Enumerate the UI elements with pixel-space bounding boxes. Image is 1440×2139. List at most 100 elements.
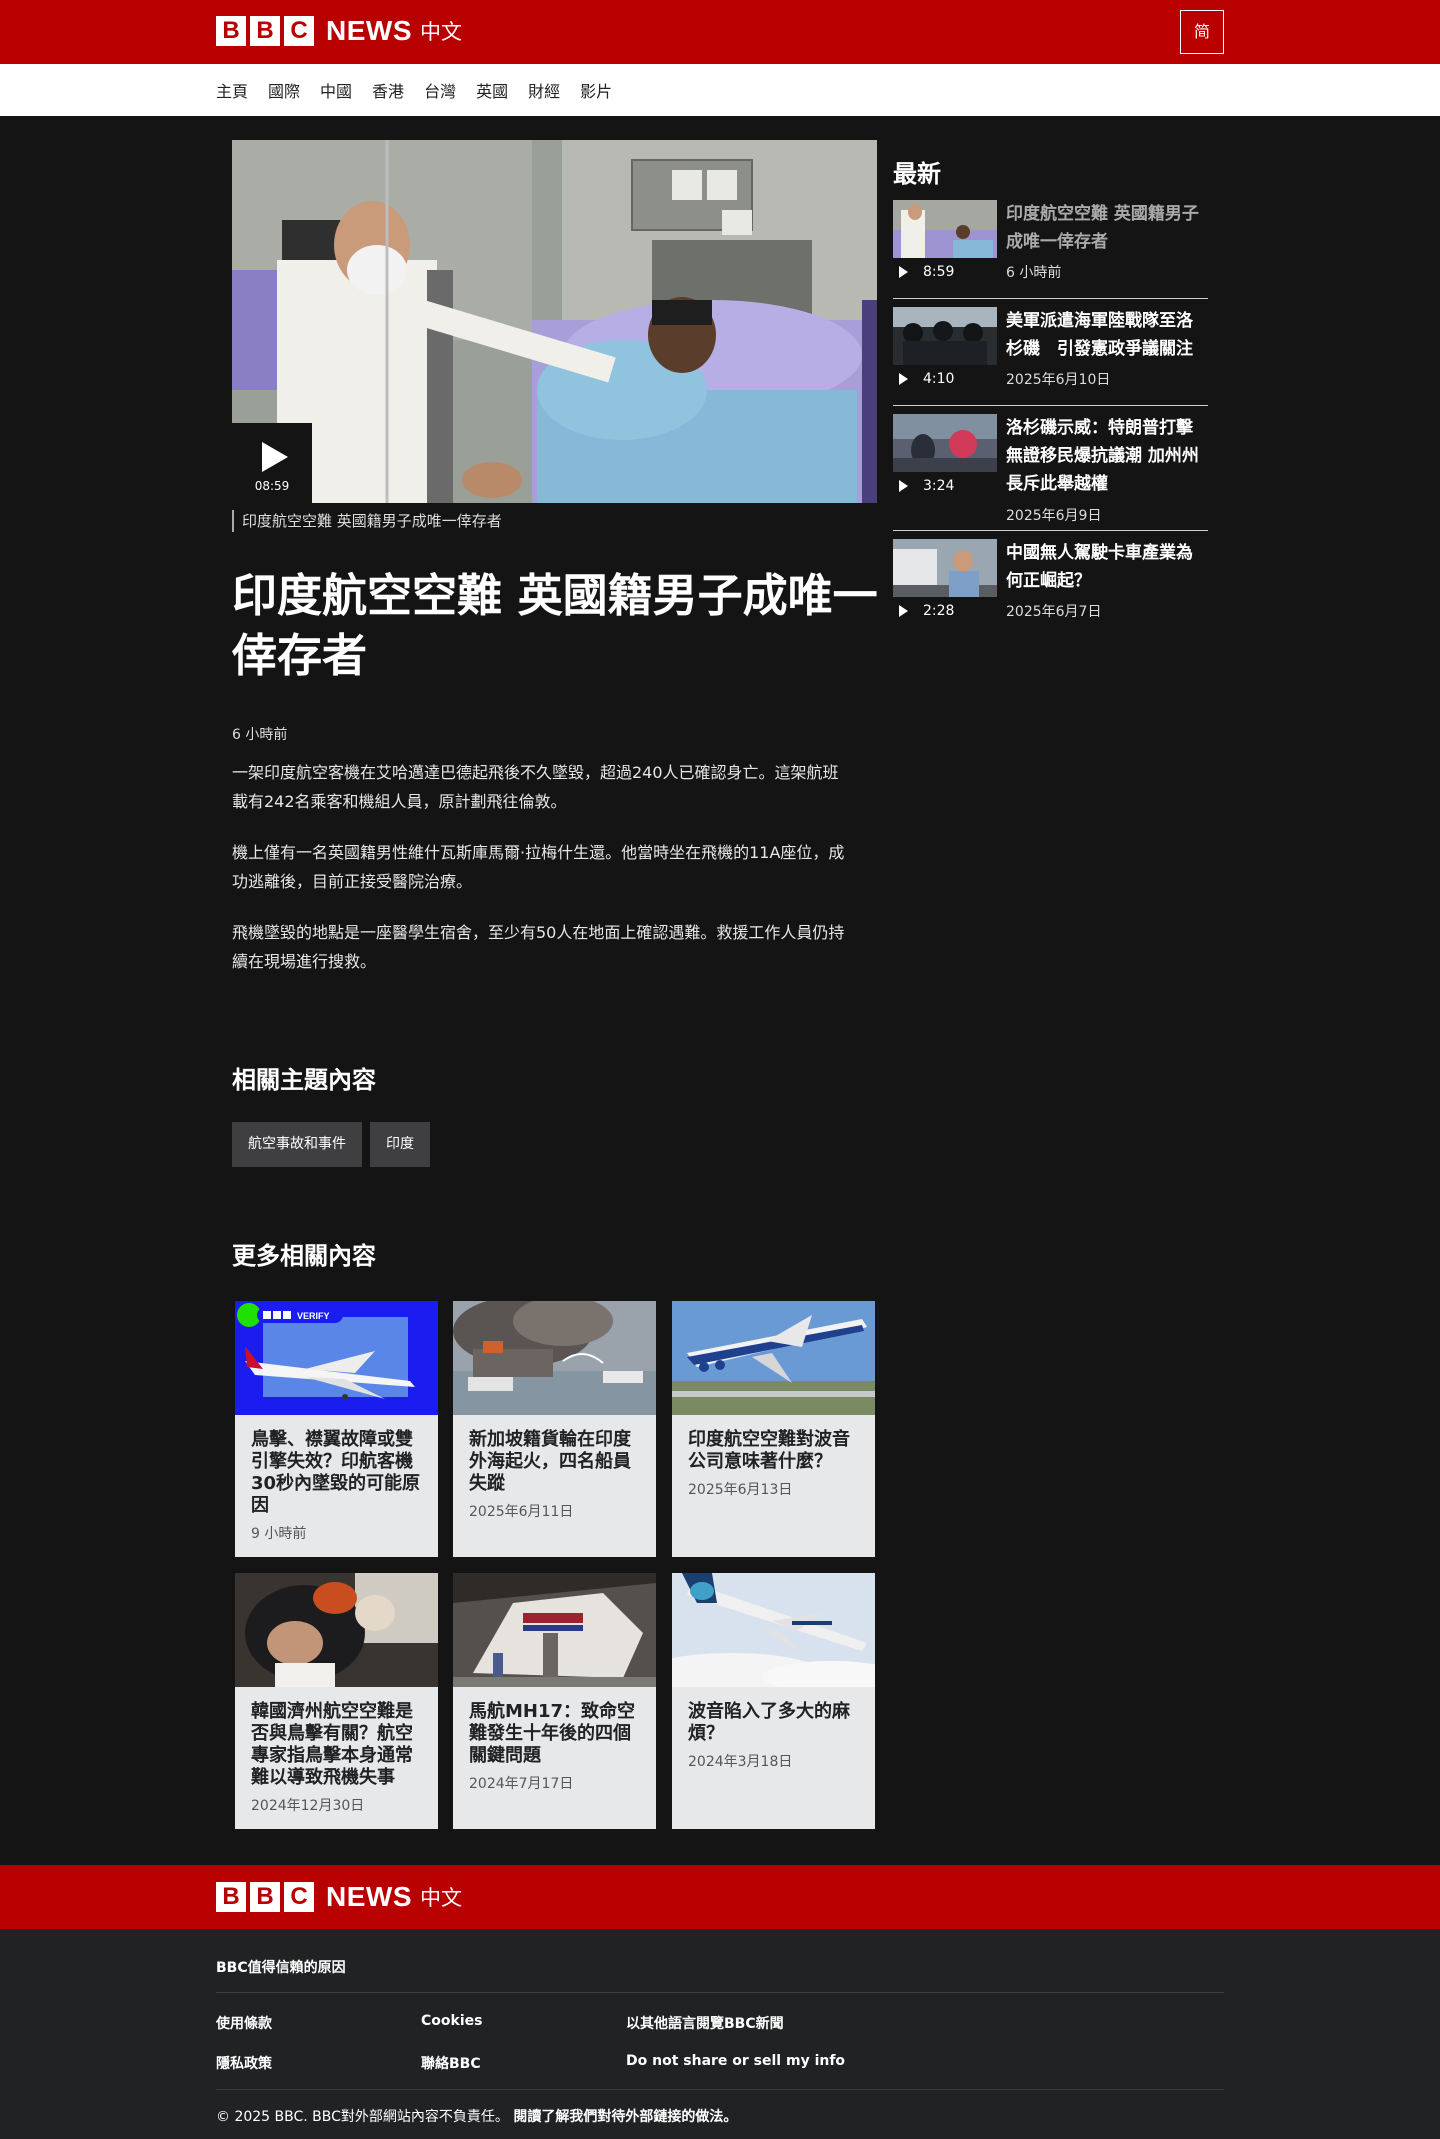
logo-letter-b2: B [250,16,280,46]
logo-letter-b1: B [216,16,246,46]
logo-chinese: 中文 [420,20,462,44]
article-headline: 印度航空空難 英國籍男子成唯一倖存者 [232,569,878,682]
related-card-1[interactable]: VERIFY 鳥擊、襟翼故障或雙引擎失效？印航客機30秒內墜毀的可能原因 9 小… [235,1301,438,1557]
footer-bbc-news-logo[interactable]: B B C NEWS 中文 [216,1881,462,1913]
footer-copyright: © 2025 BBC. BBC對外部網站內容不負責任。 閱讀了解我們對待外部鏈接… [216,2106,737,2126]
topic-tag-aviation[interactable]: 航空事故和事件 [232,1122,362,1167]
related-card-date: 2025年6月13日 [688,1482,793,1498]
verify-badge: VERIFY [297,1311,330,1321]
footer-why-trust-link[interactable]: BBC值得信賴的原因 [216,1957,346,1977]
latest-item-thumbnail [893,200,997,258]
related-card-image [453,1301,656,1415]
related-card-image [453,1573,656,1687]
footer-divider [216,1992,1224,1993]
related-card-6[interactable]: 波音陷入了多大的麻煩？ 2024年3月18日 [672,1573,875,1829]
external-links-policy-link[interactable]: 閱讀了解我們對待外部鏈接的做法。 [513,2109,737,2125]
logo-letter-b2: B [250,1882,280,1912]
related-card-title: 新加坡籍貨輪在印度外海起火，四名船員失蹤 [469,1429,631,1494]
logo-letter-c: C [284,16,314,46]
hospital-scene-image [232,140,877,503]
footer-other-languages-link[interactable]: 以其他語言閱覽BBC新聞 [626,2013,784,2033]
related-card-date: 2024年3月18日 [688,1754,793,1770]
main-nav: 主頁 國際 中國 香港 台灣 英國 財經 影片 [0,64,1440,116]
nav-item-video[interactable]: 影片 [580,78,612,102]
related-card-title: 鳥擊、襟翼故障或雙引擎失效？印航客機30秒內墜毀的可能原因 [251,1429,421,1516]
logo-news: NEWS [326,15,412,46]
related-card-image: VERIFY [235,1301,438,1415]
play-icon [899,480,908,492]
bbc-news-logo[interactable]: B B C NEWS 中文 [216,15,462,47]
related-card-5[interactable]: 馬航MH17：致命空難發生十年後的四個關鍵問題 2024年7月17日 [453,1573,656,1829]
latest-item-title: 美軍派遣海軍陸戰隊至洛杉磯 引發憲政爭議關注 [1006,311,1193,359]
script-toggle-button[interactable]: 简 [1180,10,1224,54]
nav-item-world[interactable]: 國際 [268,78,300,102]
more-related-title: 更多相關內容 [232,1242,376,1270]
copyright-text: © 2025 BBC. BBC對外部網站內容不負責任。 [216,2109,509,2125]
related-card-title: 印度航空空難對波音公司意味著什麼？ [688,1429,850,1472]
nav-item-china[interactable]: 中國 [320,78,352,102]
nav-item-business[interactable]: 財經 [528,78,560,102]
footer-privacy-link[interactable]: 隱私政策 [216,2053,272,2073]
latest-item-date: 2025年6月9日 [1006,508,1102,524]
latest-item-duration: 3:24 [923,478,955,494]
footer-terms-link[interactable]: 使用條款 [216,2013,272,2033]
footer-cookies-link[interactable]: Cookies [421,2013,482,2029]
divider [893,405,1208,406]
hero-video-thumbnail[interactable] [232,140,877,503]
logo-news: NEWS [326,1881,412,1912]
related-card-date: 2024年12月30日 [251,1798,365,1814]
nav-item-uk[interactable]: 英國 [476,78,508,102]
related-card-image [235,1573,438,1687]
latest-item-2[interactable]: 4:10 美軍派遣海軍陸戰隊至洛杉磯 引發憲政爭議關注 2025年6月10日 [893,307,1208,397]
play-icon [262,442,288,472]
divider [893,530,1208,531]
latest-title: 最新 [893,160,941,188]
topic-tag-india[interactable]: 印度 [370,1122,430,1167]
footer-contact-link[interactable]: 聯絡BBC [421,2053,481,2073]
top-bar: B B C NEWS 中文 简 [0,0,1440,64]
footer-do-not-sell-link[interactable]: Do not share or sell my info [626,2053,845,2069]
logo-chinese: 中文 [420,1886,462,1910]
related-card-date: 2024年7月17日 [469,1776,574,1792]
nav-item-hongkong[interactable]: 香港 [372,78,404,102]
latest-item-title: 洛杉磯示威：特朗普打擊無證移民爆抗議潮 加州州長斥此舉越權 [1006,418,1199,494]
video-caption: 印度航空空難 英國籍男子成唯一倖存者 [232,510,502,532]
video-play-button[interactable]: 08:59 [232,423,312,503]
related-card-4[interactable]: 韓國濟州航空空難是否與鳥擊有關？航空專家指鳥擊本身通常難以導致飛機失事 2024… [235,1573,438,1829]
latest-item-date: 6 小時前 [1006,265,1062,281]
latest-item-duration: 4:10 [923,371,955,387]
divider [893,298,1208,299]
latest-item-3[interactable]: 3:24 洛杉磯示威：特朗普打擊無證移民爆抗議潮 加州州長斥此舉越權 2025年… [893,414,1208,524]
nav-item-taiwan[interactable]: 台灣 [424,78,456,102]
latest-item-duration: 2:28 [923,603,955,619]
video-duration: 08:59 [254,479,290,493]
latest-item-date: 2025年6月7日 [1006,604,1102,620]
latest-item-1[interactable]: 8:59 印度航空空難 英國籍男子成唯一倖存者 6 小時前 [893,200,1208,290]
related-topics-title: 相關主題內容 [232,1066,376,1094]
nav-item-home[interactable]: 主頁 [216,78,248,102]
latest-item-duration: 8:59 [923,264,955,280]
latest-item-4[interactable]: 2:28 中國無人駕駛卡車產業為何正崛起？ 2025年6月7日 [893,539,1208,629]
latest-item-title: 印度航空空難 英國籍男子成唯一倖存者 [1006,204,1199,252]
related-card-image [672,1301,875,1415]
related-card-title: 波音陷入了多大的麻煩？ [688,1701,850,1744]
logo-letter-c: C [284,1882,314,1912]
play-icon [899,605,908,617]
related-card-date: 2025年6月11日 [469,1504,574,1520]
latest-item-title: 中國無人駕駛卡車產業為何正崛起？ [1006,543,1193,591]
related-card-date: 9 小時前 [251,1526,307,1542]
related-card-title: 馬航MH17：致命空難發生十年後的四個關鍵問題 [469,1701,636,1766]
article-paragraph-3: 飛機墜毀的地點是一座醫學生宿舍，至少有50人在地面上確認遇難。救援工作人員仍持續… [232,923,845,971]
related-card-3[interactable]: 印度航空空難對波音公司意味著什麼？ 2025年6月13日 [672,1301,875,1557]
latest-item-date: 2025年6月10日 [1006,372,1111,388]
article-paragraph-2: 機上僅有一名英國籍男性維什瓦斯庫馬爾·拉梅什生還。他當時坐在飛機的11A座位，成… [232,843,845,891]
footer-bar: B B C NEWS 中文 [0,1865,1440,1929]
play-icon [899,373,908,385]
footer-divider [216,2089,1224,2090]
related-card-2[interactable]: 新加坡籍貨輪在印度外海起火，四名船員失蹤 2025年6月11日 [453,1301,656,1557]
related-card-title: 韓國濟州航空空難是否與鳥擊有關？航空專家指鳥擊本身通常難以導致飛機失事 [251,1701,413,1788]
latest-item-thumbnail [893,307,997,365]
latest-item-thumbnail [893,539,997,597]
related-card-image [672,1573,875,1687]
latest-item-thumbnail [893,414,997,472]
